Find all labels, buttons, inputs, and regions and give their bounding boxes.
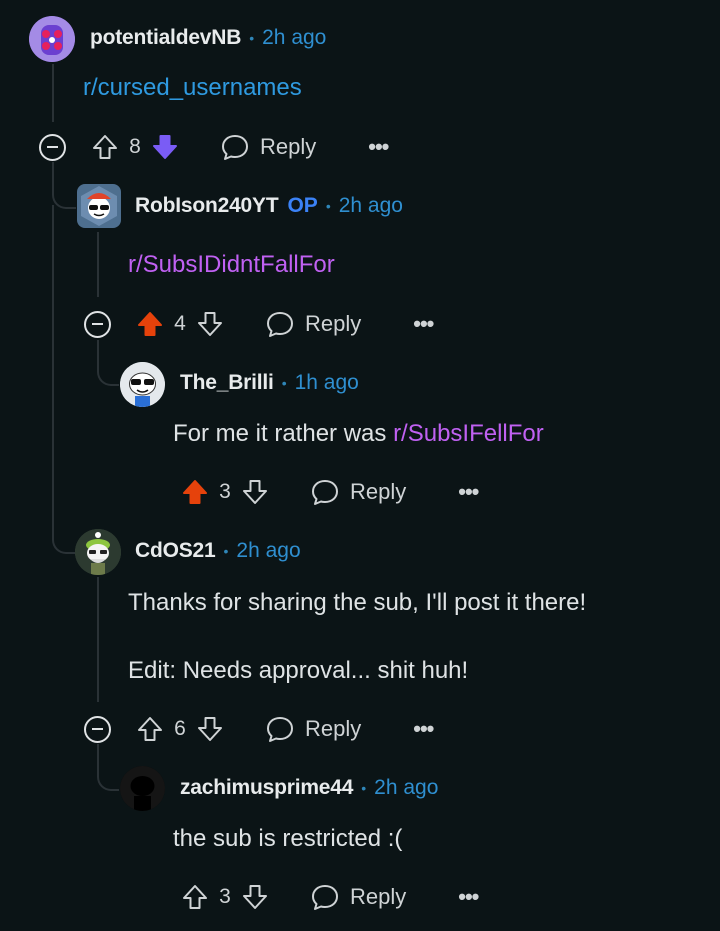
reply-label: Reply bbox=[350, 884, 407, 909]
ellipsis-icon[interactable]: ••• bbox=[458, 884, 479, 910]
thread-elbow-robison bbox=[52, 162, 76, 209]
downvote-arrow-icon[interactable] bbox=[240, 477, 270, 507]
vote-score: 3 bbox=[219, 885, 231, 908]
upvote-arrow-icon[interactable] bbox=[135, 309, 165, 339]
comment-body-line-1: Thanks for sharing the sub, I'll post it… bbox=[128, 589, 587, 616]
timestamp: 2h ago bbox=[262, 26, 327, 49]
upvote-arrow-icon[interactable] bbox=[180, 477, 210, 507]
comment-actions: 8 Reply ••• bbox=[39, 125, 389, 169]
timestamp: 2h ago bbox=[338, 194, 403, 217]
avatar-potentialdevnb-icon bbox=[29, 16, 75, 62]
thread-line-root-continue bbox=[52, 205, 54, 526]
avatar[interactable] bbox=[120, 766, 165, 811]
downvote-arrow-icon[interactable] bbox=[195, 714, 225, 744]
reply-button[interactable]: Reply bbox=[220, 132, 316, 162]
downvote-arrow-icon[interactable] bbox=[195, 309, 225, 339]
comment-meta: potentialdevNB • 2h ago bbox=[90, 24, 326, 52]
avatar-brilli-icon bbox=[120, 362, 165, 407]
comment-body: r/SubsIDidntFallFor bbox=[128, 251, 335, 279]
subreddit-link[interactable]: r/SubsIFellFor bbox=[393, 420, 544, 447]
ellipsis-icon[interactable]: ••• bbox=[368, 134, 389, 160]
thread-elbow-brilli bbox=[97, 340, 119, 386]
comment-body: r/cursed_usernames bbox=[83, 74, 302, 102]
vote-score: 4 bbox=[174, 312, 186, 335]
avatar[interactable] bbox=[75, 529, 121, 575]
avatar[interactable] bbox=[29, 16, 75, 62]
comment-meta: RobIson240YT OP • 2h ago bbox=[135, 192, 403, 220]
speech-bubble-icon bbox=[267, 312, 293, 337]
separator-dot: • bbox=[325, 198, 331, 214]
comment-actions: 3 Reply ••• bbox=[180, 875, 479, 919]
timestamp: 1h ago bbox=[294, 371, 359, 394]
speech-bubble-icon bbox=[222, 135, 248, 160]
separator-dot: • bbox=[361, 780, 367, 796]
downvote-arrow-icon[interactable] bbox=[240, 882, 270, 912]
reply-label: Reply bbox=[305, 311, 362, 336]
avatar-robison-icon bbox=[81, 186, 117, 226]
subreddit-link[interactable]: r/SubsIDidntFallFor bbox=[128, 251, 335, 278]
comment-actions: 4 Reply ••• bbox=[84, 302, 434, 346]
username[interactable]: The_Brilli bbox=[180, 371, 274, 395]
upvote-arrow-icon[interactable] bbox=[135, 714, 165, 744]
avatar[interactable] bbox=[77, 184, 121, 228]
username[interactable]: CdOS21 bbox=[135, 539, 216, 563]
separator-dot: • bbox=[281, 375, 287, 391]
comment-actions: 3 Reply ••• bbox=[180, 470, 479, 514]
comment-meta: CdOS21 • 2h ago bbox=[135, 537, 301, 565]
speech-bubble-icon bbox=[267, 717, 293, 742]
reply-label: Reply bbox=[305, 716, 362, 741]
vote-score: 8 bbox=[129, 135, 141, 158]
comment-text: For me it rather was bbox=[173, 420, 394, 447]
thread-line-root bbox=[52, 64, 54, 122]
reply-label: Reply bbox=[350, 479, 407, 504]
comment-meta: The_Brilli • 1h ago bbox=[180, 369, 359, 397]
avatar[interactable] bbox=[120, 362, 165, 407]
thread-elbow-zach bbox=[97, 744, 119, 791]
vote-score: 6 bbox=[174, 717, 186, 740]
ellipsis-icon[interactable]: ••• bbox=[413, 716, 434, 742]
upvote-arrow-icon[interactable] bbox=[180, 882, 210, 912]
separator-dot: • bbox=[249, 30, 255, 46]
thread-elbow-cdos bbox=[52, 500, 76, 554]
comment-meta: zachimusprime44 • 2h ago bbox=[180, 774, 438, 802]
upvote-arrow-icon[interactable] bbox=[90, 132, 120, 162]
reply-button[interactable]: Reply bbox=[310, 882, 406, 912]
ellipsis-icon[interactable]: ••• bbox=[413, 311, 434, 337]
op-badge: OP bbox=[287, 194, 318, 217]
reply-button[interactable]: Reply bbox=[310, 477, 406, 507]
reply-label: Reply bbox=[260, 134, 317, 159]
downvote-arrow-icon[interactable] bbox=[150, 132, 180, 162]
collapse-minus-icon[interactable] bbox=[84, 715, 111, 743]
vote-score: 3 bbox=[219, 480, 231, 503]
ellipsis-icon[interactable]: ••• bbox=[458, 479, 479, 505]
username[interactable]: potentialdevNB bbox=[90, 26, 241, 50]
collapse-minus-icon[interactable] bbox=[39, 133, 66, 161]
thread-line-cdos bbox=[97, 577, 99, 702]
username[interactable]: RobIson240YT bbox=[135, 194, 279, 218]
comment-body: For me it rather was r/SubsIFellFor bbox=[173, 420, 544, 448]
speech-bubble-icon bbox=[312, 480, 338, 505]
timestamp: 2h ago bbox=[374, 776, 439, 799]
comment-actions: 6 Reply ••• bbox=[84, 707, 434, 751]
comment-body-line-2: Edit: Needs approval... shit huh! bbox=[128, 657, 469, 684]
reply-button[interactable]: Reply bbox=[265, 309, 361, 339]
avatar-zach-icon bbox=[120, 766, 165, 811]
comment-body: the sub is restricted :( bbox=[173, 825, 403, 852]
separator-dot: • bbox=[223, 543, 229, 559]
speech-bubble-icon bbox=[312, 885, 338, 910]
collapse-minus-icon[interactable] bbox=[84, 310, 111, 338]
thread-line-robison bbox=[97, 232, 99, 297]
avatar-cdos-icon bbox=[75, 529, 121, 575]
username[interactable]: zachimusprime44 bbox=[180, 776, 353, 800]
timestamp: 2h ago bbox=[236, 539, 301, 562]
reply-button[interactable]: Reply bbox=[265, 714, 361, 744]
subreddit-link[interactable]: r/cursed_usernames bbox=[83, 74, 302, 101]
